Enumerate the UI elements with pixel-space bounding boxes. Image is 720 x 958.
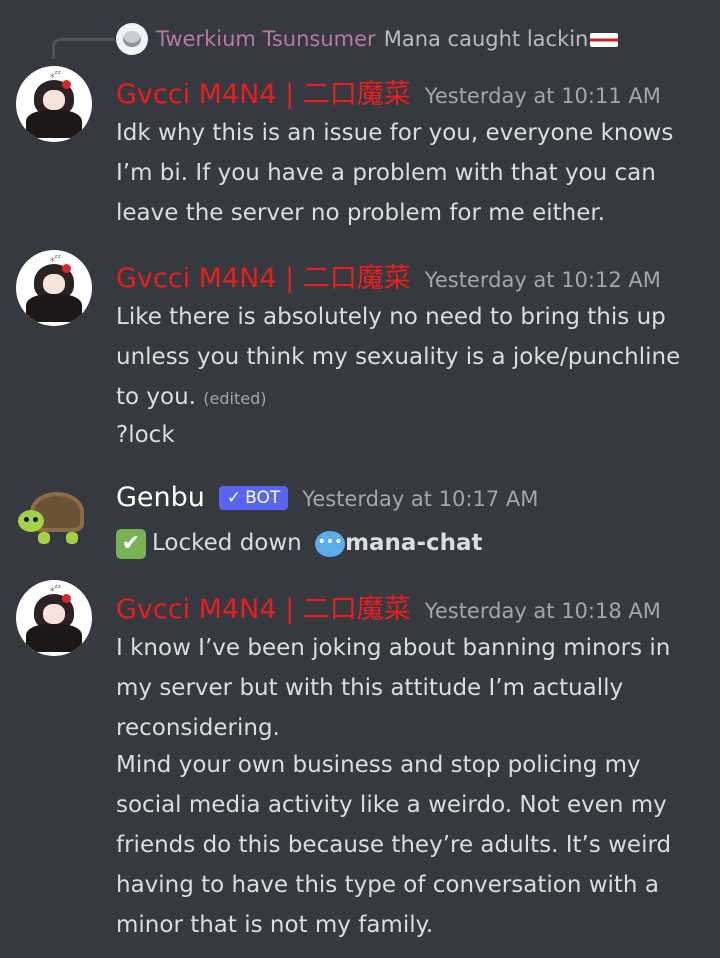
message-line: social media activity like a weirdo. Not…	[116, 792, 667, 818]
message-line: I know I’ve been joking about banning mi…	[116, 635, 671, 661]
reply-connector	[52, 38, 115, 59]
message-header: Gvcci M4N4 | 二口魔菜 Yesterday at 10:11 AM	[116, 72, 661, 111]
message-content: I know I’ve been joking about banning mi…	[116, 628, 706, 945]
reply-text-content: Mana caught lackin	[383, 27, 589, 51]
timestamp[interactable]: Yesterday at 10:18 AM	[425, 599, 661, 623]
avatar[interactable]: ⁎ᶻᶻ	[16, 580, 92, 656]
message-line: having to have this type of conversation…	[116, 872, 659, 898]
username[interactable]: Gvcci M4N4 | 二口魔菜	[116, 587, 411, 626]
message-line: my server but with this attitude I’m act…	[116, 675, 624, 701]
reply-text[interactable]: Mana caught lackin	[384, 27, 619, 51]
reply-username[interactable]: Twerkium Tsunsumer	[156, 27, 376, 51]
avatar[interactable]: ⁎ᶻᶻ	[16, 250, 92, 326]
username[interactable]: Gvcci M4N4 | 二口魔菜	[116, 72, 411, 111]
message-line: to you. (edited)	[116, 377, 706, 419]
message-line: leave the server no problem for me eithe…	[116, 200, 606, 226]
flag-emoji-icon	[590, 33, 619, 47]
edited-label: (edited)	[203, 389, 267, 408]
bot-tag: ✓ BOT	[218, 485, 289, 510]
message-line: ?lock	[116, 422, 175, 448]
message-content: Idk why this is an issue for you, everyo…	[116, 113, 706, 233]
check-icon: ✓	[226, 487, 242, 508]
message-header: Genbu ✓ BOT Yesterday at 10:17 AM	[116, 482, 538, 513]
message-line: unless you think my sexuality is a joke/…	[116, 344, 681, 370]
message-header: Gvcci M4N4 | 二口魔菜 Yesterday at 10:12 AM	[116, 256, 661, 295]
username[interactable]: Genbu	[116, 482, 205, 513]
message-content: Like there is absolutely no need to brin…	[116, 297, 706, 455]
reply-reference[interactable]: Twerkium Tsunsumer Mana caught lackin	[116, 22, 619, 56]
timestamp[interactable]: Yesterday at 10:11 AM	[425, 84, 661, 108]
username[interactable]: Gvcci M4N4 | 二口魔菜	[116, 256, 411, 295]
message-line: Mind your own business and stop policing…	[116, 752, 641, 778]
reply-avatar[interactable]	[116, 23, 148, 55]
timestamp[interactable]: Yesterday at 10:12 AM	[425, 268, 661, 292]
channel-mention[interactable]: mana-chat	[345, 530, 482, 556]
message-line: reconsidering.	[116, 715, 280, 741]
message-line-text: to you.	[116, 384, 196, 410]
message-line: Idk why this is an issue for you, everyo…	[116, 120, 674, 146]
message-line: friends do this because they’re adults. …	[116, 832, 672, 858]
avatar[interactable]: ⁎ᶻᶻ	[16, 66, 92, 142]
bot-tag-label: BOT	[245, 487, 281, 508]
message-content: ✔ Locked down ••• mana-chat	[116, 523, 706, 563]
turtle-avatar-icon[interactable]	[16, 488, 92, 548]
message-line: Like there is absolutely no need to brin…	[116, 304, 666, 330]
message-line: minor that is not my family.	[116, 912, 434, 938]
check-mark-icon: ✔	[116, 528, 146, 559]
message-line: I’m bi. If you have a problem with that …	[116, 160, 656, 186]
message-header: Gvcci M4N4 | 二口魔菜 Yesterday at 10:18 AM	[116, 587, 661, 626]
message-line-text: Locked down	[152, 530, 302, 556]
timestamp[interactable]: Yesterday at 10:17 AM	[302, 487, 538, 511]
message-line: ✔ Locked down ••• mana-chat	[116, 523, 706, 563]
speech-bubble-icon: •••	[315, 530, 346, 557]
